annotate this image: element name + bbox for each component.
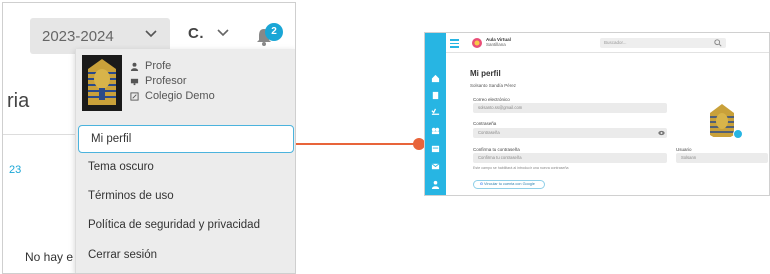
top-bar: Aula Virtual Santillana Buscador... bbox=[446, 33, 769, 53]
menu-item-dark-theme[interactable]: Tema oscuro bbox=[76, 153, 295, 181]
class-select[interactable]: C. bbox=[188, 25, 229, 42]
school-icon bbox=[128, 91, 140, 103]
link-google-label: Vincular tu cuenta con Google bbox=[484, 182, 535, 186]
page-title: Mi perfil bbox=[470, 69, 501, 78]
screenshot-stage: 2023-2024 C. 2 ria 23 No hay e Profe Pro… bbox=[0, 0, 770, 274]
username-field: Solsann bbox=[676, 153, 768, 163]
edit-avatar-icon[interactable] bbox=[733, 129, 743, 139]
brand-name: Aula Virtual Santillana bbox=[486, 37, 511, 47]
chevron-down-icon bbox=[144, 27, 158, 44]
user-icon bbox=[128, 61, 140, 73]
user-full-name: Solsanto Sandía Pérez bbox=[470, 83, 517, 88]
link-google-button[interactable]: G Vincular tu cuenta con Google bbox=[473, 180, 545, 189]
profile-icon[interactable] bbox=[431, 180, 440, 189]
teacher-icon bbox=[128, 76, 140, 88]
profile-role: Profesor bbox=[145, 75, 187, 87]
connector-line bbox=[296, 143, 418, 145]
email-field[interactable]: solsanto.ss@gmail.com bbox=[473, 103, 667, 113]
confirm-password-field[interactable]: Confirma tu contraseña bbox=[473, 153, 667, 163]
username-label: Usuario bbox=[676, 147, 692, 152]
profile-info: Profe Profesor Colegio Demo bbox=[128, 59, 215, 104]
class-select-value: C. bbox=[188, 25, 204, 42]
tasks-icon[interactable] bbox=[431, 108, 440, 117]
chevron-down-icon bbox=[217, 27, 229, 41]
password-field[interactable]: Contraseña bbox=[473, 128, 667, 138]
school-year-value: 2023-2024 bbox=[42, 27, 114, 45]
brand-logo-icon bbox=[472, 38, 482, 48]
background-link-fragment: 23 bbox=[9, 164, 22, 176]
search-input[interactable]: Buscador... bbox=[600, 38, 726, 48]
menu-item-terms-of-use[interactable]: Términos de uso bbox=[76, 182, 295, 210]
sidebar bbox=[425, 33, 446, 195]
eye-icon[interactable] bbox=[658, 130, 665, 136]
notification-badge: 2 bbox=[265, 23, 283, 41]
google-icon: G bbox=[480, 182, 483, 186]
confirm-password-label: Confirma tu contraseña bbox=[473, 147, 520, 152]
divider bbox=[3, 134, 75, 135]
profile-school-row: Colegio Demo bbox=[128, 89, 215, 104]
search-icon[interactable] bbox=[714, 39, 722, 47]
book-icon[interactable] bbox=[431, 91, 440, 100]
main-content: Mi perfil Solsanto Sandía Pérez Correo e… bbox=[446, 53, 769, 195]
brand-line-2: Santillana bbox=[486, 42, 506, 47]
profile-role-row: Profesor bbox=[128, 74, 215, 89]
email-label: Correo electrónico bbox=[473, 97, 510, 102]
profile-name: Profe bbox=[145, 60, 172, 72]
background-empty-message: No hay e bbox=[25, 250, 74, 264]
hamburger-icon[interactable] bbox=[450, 39, 459, 50]
user-menu-dropdown: Profe Profesor Colegio Demo Mi perfil Te… bbox=[75, 49, 295, 273]
password-hint: Este campo se habilitará al introducir u… bbox=[473, 166, 569, 170]
menu-item-privacy-policy[interactable]: Política de seguridad y privacidad bbox=[76, 211, 295, 239]
menu-item-logout[interactable]: Cerrar sesión bbox=[76, 241, 295, 269]
home-icon[interactable] bbox=[431, 74, 440, 83]
mail-icon[interactable] bbox=[431, 162, 440, 171]
avatar bbox=[82, 55, 122, 111]
profile-name-row: Profe bbox=[128, 59, 215, 74]
password-label: Contraseña bbox=[473, 121, 497, 126]
zoomed-header-panel: 2023-2024 C. 2 ria 23 No hay e Profe Pro… bbox=[2, 2, 296, 274]
background-heading-fragment: ria bbox=[7, 90, 30, 112]
calendar-icon[interactable] bbox=[431, 144, 440, 153]
profile-page-preview: Aula Virtual Santillana Buscador... Mi p… bbox=[424, 32, 770, 196]
profile-school: Colegio Demo bbox=[145, 90, 215, 102]
menu-item-my-profile[interactable]: Mi perfil bbox=[78, 125, 294, 153]
users-icon[interactable] bbox=[431, 126, 440, 135]
